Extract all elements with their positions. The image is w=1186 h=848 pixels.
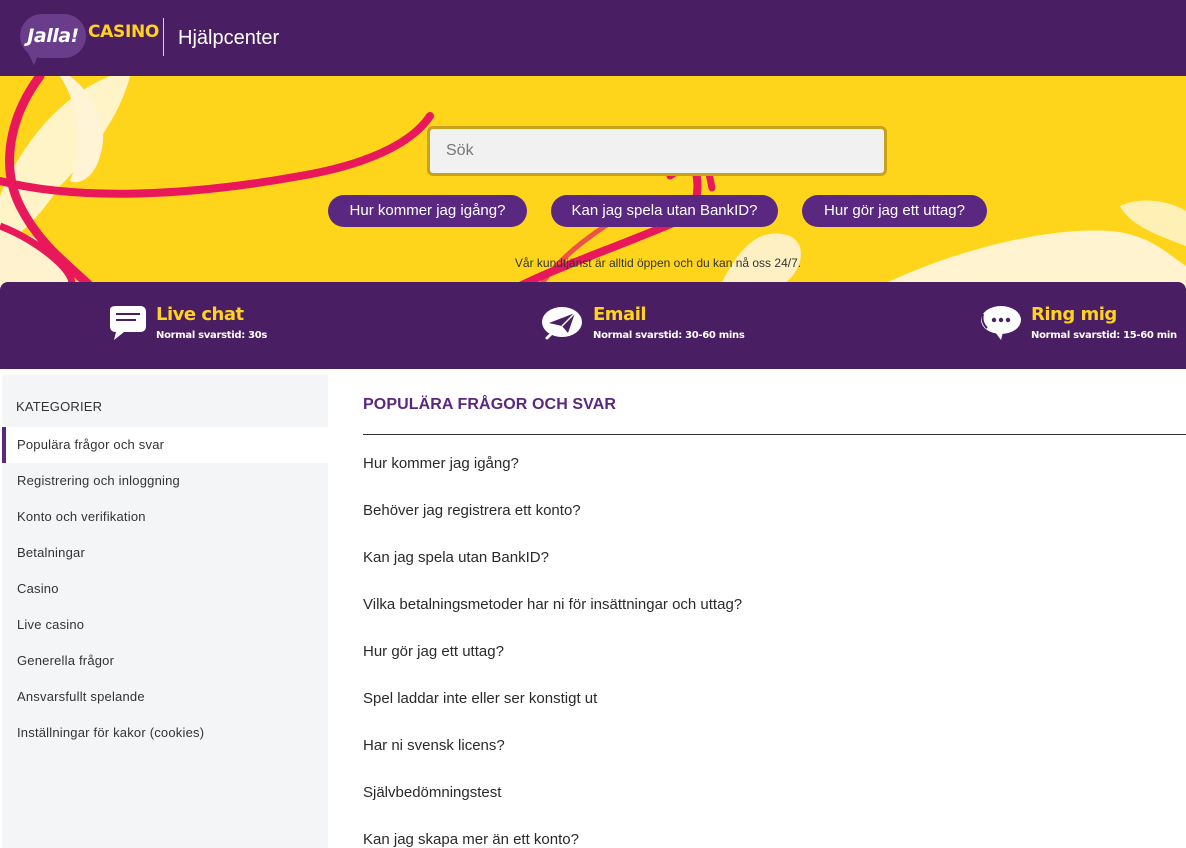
sidebar-item-popular[interactable]: Populära frågor och svar (2, 427, 328, 463)
chat-bubble-icon (110, 306, 146, 340)
faq-item[interactable]: Hur kommer jag igång? (363, 455, 1186, 502)
contact-title: Ring mig (1031, 304, 1117, 325)
contact-email-text: Email Normal svarstid: 30-60 mins (593, 304, 745, 341)
faq-item[interactable]: Hur gör jag ett uttag? (363, 643, 1186, 690)
sidebar-item-live-casino[interactable]: Live casino (2, 607, 328, 643)
contact-bar: Live chat Normal svarstid: 30s Email Nor… (0, 282, 1186, 369)
quick-link-bankid[interactable]: Kan jag spela utan BankID? (551, 195, 778, 227)
contact-subtitle: Normal svarstid: 30-60 mins (593, 330, 745, 341)
section-title: POPULÄRA FRÅGOR OCH SVAR (363, 396, 617, 413)
faq-item[interactable]: Vilka betalningsmetoder har ni för insät… (363, 596, 1186, 643)
logo-bubble: Jalla! (20, 14, 86, 58)
faq-item[interactable]: Behöver jag registrera ett konto? (363, 502, 1186, 549)
support-hours-note: Vår kundtjänst är alltid öppen och du ka… (514, 256, 802, 270)
faq-section: POPULÄRA FRÅGOR OCH SVAR Hur kommer jag … (363, 375, 1186, 848)
contact-subtitle: Normal svarstid: 15-60 min (1031, 330, 1177, 341)
contact-subtitle: Normal svarstid: 30s (156, 330, 268, 341)
contact-live-chat-text: Live chat Normal svarstid: 30s (156, 304, 267, 341)
sidebar-item-casino[interactable]: Casino (2, 571, 328, 607)
hero-decoration (0, 76, 1186, 286)
sidebar-item-general[interactable]: Generella frågor (2, 643, 328, 679)
quick-link-get-started[interactable]: Hur kommer jag igång? (328, 195, 527, 227)
logo-main-text: Jalla! (27, 25, 79, 47)
logo-sub-text: CASINO (88, 22, 160, 42)
contact-ring-mig[interactable]: Ring mig Normal svarstid: 15-60 min (979, 304, 1177, 342)
quick-link-withdrawal[interactable]: Hur gör jag ett uttag? (802, 195, 987, 227)
sidebar-item-responsible-gaming[interactable]: Ansvarsfullt spelande (2, 679, 328, 715)
sidebar-item-payments[interactable]: Betalningar (2, 535, 328, 571)
faq-item[interactable]: Spel laddar inte eller ser konstigt ut (363, 690, 1186, 737)
header-divider (163, 18, 164, 56)
contact-ring-mig-text: Ring mig Normal svarstid: 15-60 min (1031, 304, 1177, 341)
contact-email[interactable]: Email Normal svarstid: 30-60 mins (541, 304, 745, 342)
phone-bubble-icon (981, 306, 1021, 340)
category-sidebar: KATEGORIER Populära frågor och svar Regi… (2, 375, 328, 848)
faq-list: Hur kommer jag igång? Behöver jag regist… (363, 455, 1186, 848)
sidebar-item-account[interactable]: Konto och verifikation (2, 499, 328, 535)
sidebar-item-cookies[interactable]: Inställningar för kakor (cookies) (2, 715, 328, 751)
contact-live-chat[interactable]: Live chat Normal svarstid: 30s (104, 304, 267, 342)
hero-banner: Hur kommer jag igång? Kan jag spela utan… (0, 76, 1186, 286)
faq-item[interactable]: Har ni svensk licens? (363, 737, 1186, 784)
faq-item[interactable]: Kan jag skapa mer än ett konto? (363, 831, 1186, 848)
sidebar-list: Populära frågor och svar Registrering oc… (2, 427, 328, 751)
faq-item[interactable]: Självbedömningstest (363, 784, 1186, 831)
sidebar-heading: KATEGORIER (16, 399, 103, 414)
quick-links: Hur kommer jag igång? Kan jag spela utan… (0, 195, 1186, 227)
top-header: Jalla! CASINO Hjälpcenter (0, 0, 1186, 76)
sidebar-item-registration[interactable]: Registrering och inloggning (2, 463, 328, 499)
page-title[interactable]: Hjälpcenter (178, 27, 279, 50)
contact-title: Email (593, 304, 647, 325)
search-input[interactable] (427, 126, 887, 176)
contact-title: Live chat (156, 304, 244, 325)
jalla-casino-logo[interactable]: Jalla! CASINO (20, 14, 159, 58)
paper-plane-icon (542, 307, 582, 340)
faq-item[interactable]: Kan jag spela utan BankID? (363, 549, 1186, 596)
section-divider (363, 434, 1186, 435)
